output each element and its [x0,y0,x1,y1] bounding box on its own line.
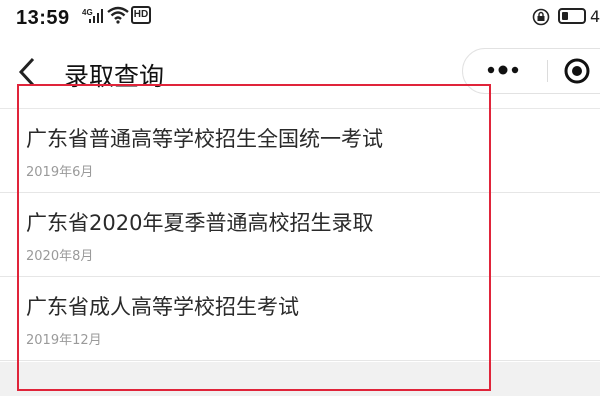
item-date: 2019年6月 [26,165,94,180]
item-title: 广东省成人高等学校招生考试 [26,295,299,319]
page-title: 录取查询 [64,62,165,91]
target-icon [564,58,590,84]
capsule-divider [547,60,548,82]
chevron-left-icon[interactable] [16,56,38,88]
wifi-icon [107,6,129,24]
more-dots-icon [487,65,519,75]
list-item[interactable]: 广东省普通高等学校招生全国统一考试 2019年6月 [0,109,600,193]
rotation-lock-icon [532,8,550,26]
item-date: 2019年12月 [26,333,102,348]
status-extra: 4 [590,7,600,26]
hd-badge: HD [131,6,151,24]
status-bar: 13:59 4G HD 4 [0,0,600,38]
item-title: 广东省普通高等学校招生全国统一考试 [26,127,383,151]
page-background [0,362,600,396]
close-miniprogram-button[interactable] [551,49,600,93]
miniprogram-capsule [462,48,600,94]
status-time: 13:59 [16,7,70,29]
nav-bar: 录取查询 [0,38,600,108]
signal-icon [89,9,103,23]
result-list: 广东省普通高等学校招生全国统一考试 2019年6月 广东省2020年夏季普通高校… [0,109,600,361]
more-button[interactable] [463,49,547,93]
battery-icon [558,8,586,24]
list-item[interactable]: 广东省2020年夏季普通高校招生录取 2020年8月 [0,193,600,277]
item-title: 广东省2020年夏季普通高校招生录取 [26,211,374,235]
list-item[interactable]: 广东省成人高等学校招生考试 2019年12月 [0,277,600,361]
item-date: 2020年8月 [26,249,94,264]
